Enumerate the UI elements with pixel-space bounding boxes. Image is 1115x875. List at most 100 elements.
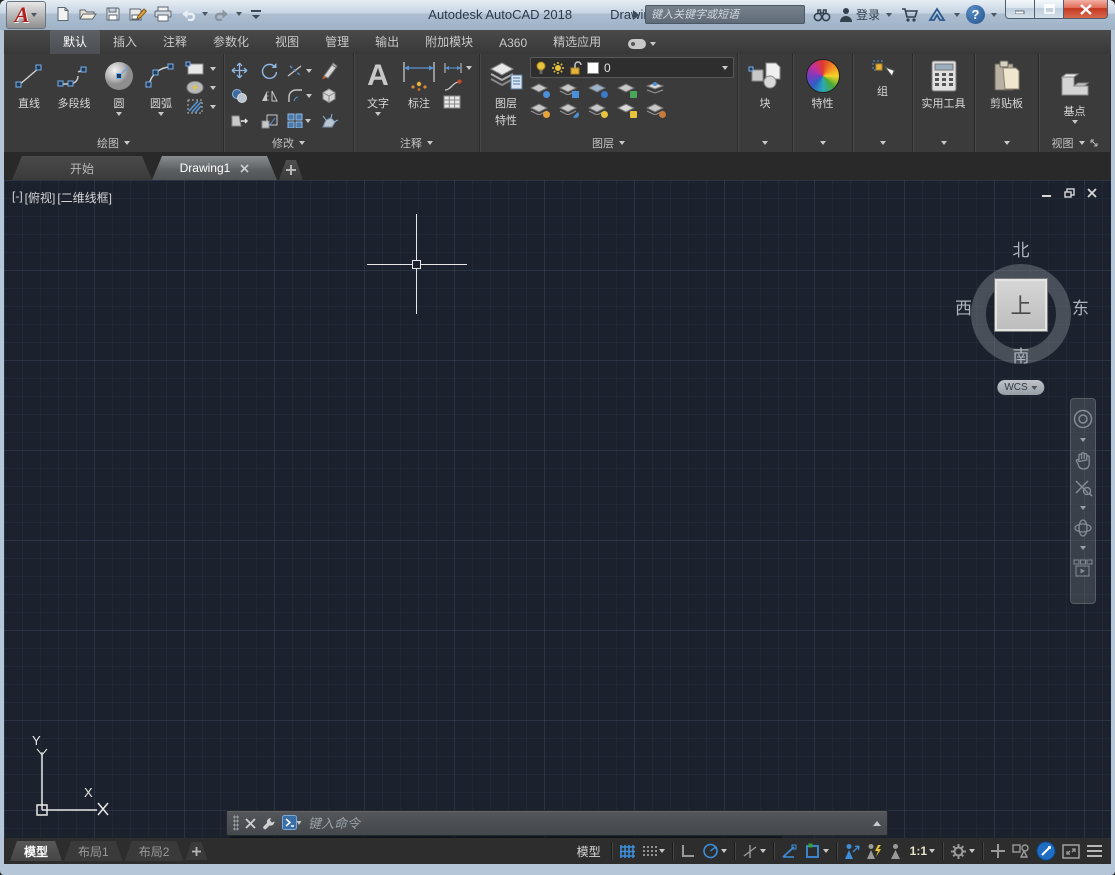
drawing-canvas[interactable]: [-] [俯视] [二维线框] 北 南 西 东 上 WCS <box>4 180 1111 838</box>
viewcube-east[interactable]: 东 <box>1072 294 1089 319</box>
application-menu-button[interactable]: A <box>6 1 46 29</box>
viewcube-top-face[interactable]: 上 <box>995 279 1047 331</box>
panel-draw-title[interactable]: 绘图 <box>4 133 223 152</box>
chevron-down-icon[interactable] <box>1080 438 1086 442</box>
dimension-button[interactable]: 标注 <box>399 57 439 112</box>
chevron-down-icon[interactable] <box>305 119 311 123</box>
chevron-down-icon[interactable] <box>760 849 766 853</box>
ribbon-tab-insert[interactable]: 插入 <box>100 30 150 54</box>
ribbon-tab-featured-apps[interactable]: 精选应用 <box>540 30 614 54</box>
mirror-button[interactable] <box>261 88 278 103</box>
viewport-view-control[interactable]: [俯视] <box>25 189 56 206</box>
layer-freeze-button[interactable] <box>588 82 608 98</box>
layer-properties-button[interactable]: 图层 特性 <box>486 57 526 129</box>
ortho-button[interactable] <box>677 840 699 862</box>
text-button[interactable]: A 文字 <box>361 57 395 117</box>
ribbon-tab-home[interactable]: 默认 <box>50 30 100 54</box>
array-button[interactable] <box>287 113 311 128</box>
layer-unlock2-button[interactable] <box>617 102 637 118</box>
object-snap-tracking-button[interactable] <box>778 840 801 862</box>
polyline-button[interactable]: 多段线 <box>51 57 97 112</box>
customization-button[interactable] <box>1083 840 1105 862</box>
copy-button[interactable] <box>231 88 248 104</box>
polar-tracking-button[interactable] <box>699 840 730 862</box>
ribbon-tab-addins[interactable]: 附加模块 <box>412 30 486 54</box>
chevron-down-icon[interactable] <box>210 86 216 90</box>
leader-button[interactable] <box>443 78 472 92</box>
chevron-down-icon[interactable] <box>210 67 216 71</box>
panel-annotate-title[interactable]: 注释 <box>354 133 479 152</box>
hardware-acceleration-button[interactable] <box>1033 840 1059 862</box>
utilities-button[interactable]: 实用工具 <box>920 57 968 112</box>
new-layout-button[interactable] <box>185 842 207 860</box>
app-store-button[interactable] <box>898 4 920 26</box>
move-button[interactable] <box>231 62 248 79</box>
panel-layers-title[interactable]: 图层 <box>480 133 737 152</box>
model-space-button[interactable]: 模型 <box>571 843 607 860</box>
block-insert-button[interactable]: 块 <box>746 57 784 112</box>
close-tab-icon[interactable] <box>240 164 249 173</box>
viewport-visual-style-control[interactable]: [二维线框] <box>57 189 112 206</box>
hatch-button[interactable] <box>185 98 216 115</box>
chevron-down-icon[interactable] <box>721 849 727 853</box>
command-prompt-icon[interactable] <box>282 815 302 831</box>
ribbon-tab-output[interactable]: 输出 <box>362 30 412 54</box>
ribbon-tab-manage[interactable]: 管理 <box>312 30 362 54</box>
object-snap-button[interactable] <box>801 840 832 862</box>
workspace-switching-button[interactable] <box>947 840 978 862</box>
explode-button[interactable] <box>320 113 338 129</box>
ellipse-button[interactable] <box>185 80 216 95</box>
signin-button[interactable]: 登录 <box>839 6 880 23</box>
layer-prev-button[interactable] <box>646 102 666 118</box>
chevron-down-icon[interactable] <box>466 66 472 70</box>
new-file-button[interactable] <box>52 3 74 25</box>
viewcube-west[interactable]: 西 <box>955 294 972 319</box>
layer-isolate-button[interactable] <box>559 82 579 98</box>
line-button[interactable]: 直线 <box>11 57 47 112</box>
qat-customize-button[interactable] <box>245 3 267 25</box>
plot-button[interactable] <box>152 3 174 25</box>
search-input[interactable] <box>645 5 805 24</box>
arc-button[interactable]: 圆弧 <box>141 57 181 117</box>
command-close-icon[interactable] <box>245 818 256 829</box>
annotation-scale-value[interactable]: 1:1 <box>907 840 938 862</box>
layer-off-button[interactable] <box>530 82 550 98</box>
rectangle-button[interactable] <box>185 61 216 77</box>
zoom-extents-icon[interactable] <box>1074 479 1093 497</box>
viewport-menu-toggle[interactable]: [-] <box>12 189 23 206</box>
stretch-button[interactable] <box>230 113 248 128</box>
chevron-down-icon[interactable] <box>929 849 935 853</box>
circle-dropdown-icon[interactable] <box>116 112 122 116</box>
file-tab-start[interactable]: 开始 <box>12 156 152 180</box>
close-button[interactable] <box>1063 0 1108 19</box>
panel-properties-title[interactable] <box>793 133 852 152</box>
fillet-button[interactable] <box>287 88 312 103</box>
undo-button[interactable] <box>177 3 199 25</box>
layer-match-button[interactable] <box>646 82 666 98</box>
panel-clipboard-title[interactable] <box>975 133 1038 152</box>
scale-button[interactable] <box>261 113 278 129</box>
layout2-tab[interactable]: 布局2 <box>125 841 184 861</box>
layer-thaw-all-button[interactable] <box>559 102 579 118</box>
ribbon-tab-annotate[interactable]: 注释 <box>150 30 200 54</box>
layout1-tab[interactable]: 布局1 <box>64 841 123 861</box>
rotate-button[interactable] <box>261 62 278 79</box>
layer-select[interactable]: 0 <box>530 57 734 78</box>
open-file-button[interactable] <box>77 3 99 25</box>
redo-button[interactable] <box>211 3 233 25</box>
viewcube-north[interactable]: 北 <box>1013 236 1030 261</box>
basepoint-dropdown-icon[interactable] <box>1072 120 1078 124</box>
chevron-down-icon[interactable] <box>306 69 312 73</box>
ribbon-tab-a360[interactable]: A360 <box>486 33 540 54</box>
table-button[interactable] <box>443 95 472 109</box>
arc-dropdown-icon[interactable] <box>158 112 164 116</box>
command-grip-handle[interactable] <box>233 815 239 831</box>
snap-mode-button[interactable] <box>639 840 668 862</box>
orbit-icon[interactable] <box>1073 519 1093 537</box>
annotation-visibility-button[interactable] <box>841 840 863 862</box>
undo-dropdown-icon[interactable] <box>202 12 208 16</box>
panel-block-title[interactable] <box>738 133 792 152</box>
panel-modify-title[interactable]: 修改 <box>224 133 353 152</box>
command-line[interactable] <box>226 810 888 836</box>
properties-button[interactable]: 特性 <box>804 57 842 112</box>
